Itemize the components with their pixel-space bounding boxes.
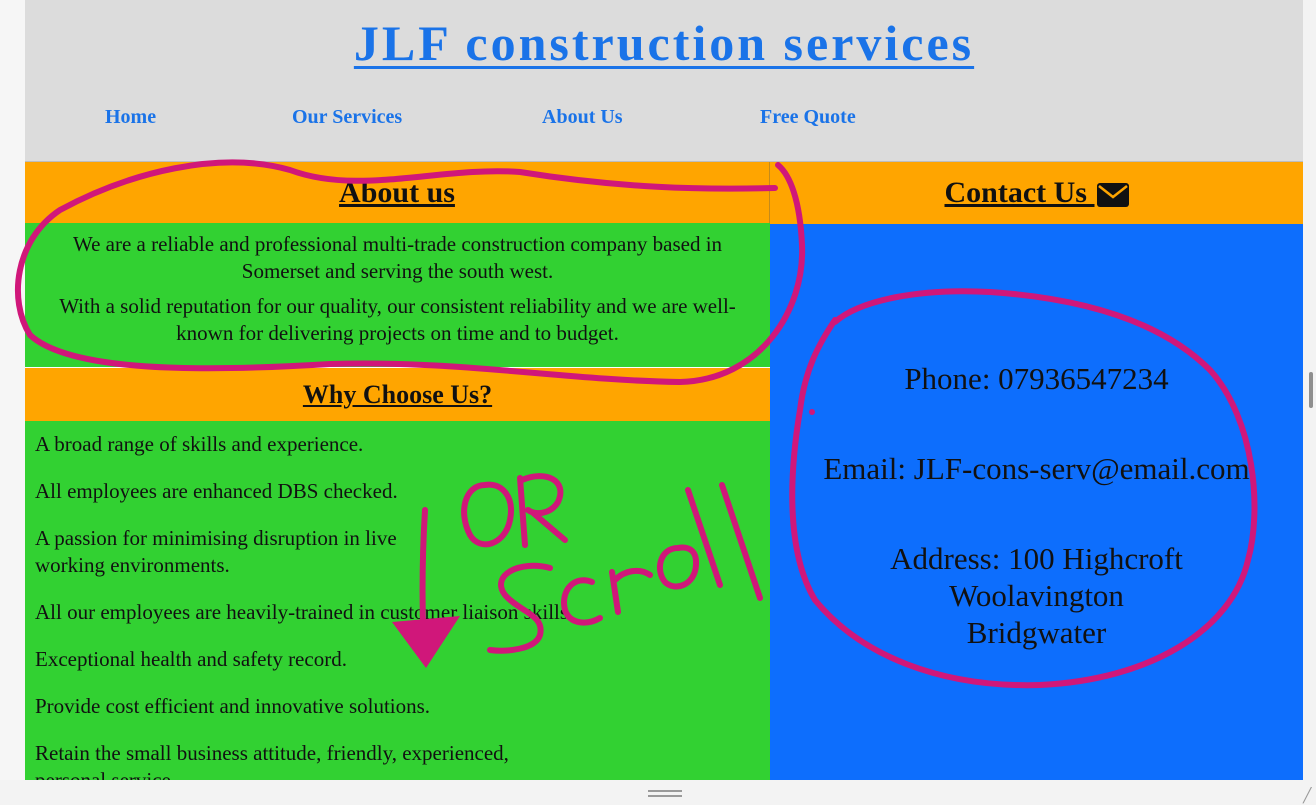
list-item: A passion for minimising disruption in l… [35, 526, 397, 577]
why-choose-us-panel: A broad range of skills and experience. … [25, 421, 770, 780]
contact-us-heading: Contact Us [770, 162, 1303, 224]
contact-address-line: Woolavington [949, 578, 1124, 613]
list-item: A broad range of skills and experience. [35, 432, 364, 456]
window-left-edge [0, 0, 25, 805]
site-header: JLF construction services Home Our Servi… [25, 0, 1303, 162]
contact-us-heading-text: Contact Us [944, 176, 1088, 209]
web-page: JLF construction services Home Our Servi… [25, 0, 1303, 780]
contact-us-panel: Phone: 07936547234 Email: JLF-cons-serv@… [770, 224, 1303, 780]
about-us-paragraph: We are a reliable and professional multi… [72, 232, 723, 283]
nav-free-quote-link[interactable]: Free Quote [760, 106, 856, 129]
contact-phone: Phone: 07936547234 [904, 361, 1169, 396]
envelope-icon [1096, 183, 1129, 208]
list-item: Exceptional health and safety record. [35, 647, 347, 671]
scrollbar-thumb[interactable] [1309, 372, 1313, 408]
about-us-header: About us [25, 162, 770, 223]
contact-address-line: Address: 100 Highcroft [890, 541, 1183, 576]
about-us-panel: We are a reliable and professional multi… [25, 223, 770, 367]
why-choose-us-heading: Why Choose Us? [302, 380, 493, 409]
nav-home-link[interactable]: Home [105, 106, 156, 129]
contact-address-line: Bridgwater [966, 615, 1107, 650]
about-us-heading: About us [339, 176, 455, 209]
resize-corner-icon[interactable]: ╱ [1303, 788, 1311, 804]
drag-handle-icon[interactable] [648, 790, 682, 798]
nav-about-us-link[interactable]: About Us [542, 106, 623, 129]
nav-our-services-link[interactable]: Our Services [292, 106, 402, 129]
contact-email: Email: JLF-cons-serv@email.com [823, 451, 1250, 486]
why-choose-us-header: Why Choose Us? [25, 367, 770, 421]
list-item: All employees are enhanced DBS checked. [35, 479, 398, 503]
contact-us-header: Contact Us [770, 162, 1303, 224]
list-item: Retain the small business attitude, frie… [35, 741, 509, 780]
site-title-link[interactable]: JLF construction services [25, 14, 1303, 72]
list-item: All our employees are heavily-trained in… [35, 600, 574, 624]
list-item: Provide cost efficient and innovative so… [35, 694, 431, 718]
about-us-paragraph: With a solid reputation for our quality,… [59, 294, 736, 345]
